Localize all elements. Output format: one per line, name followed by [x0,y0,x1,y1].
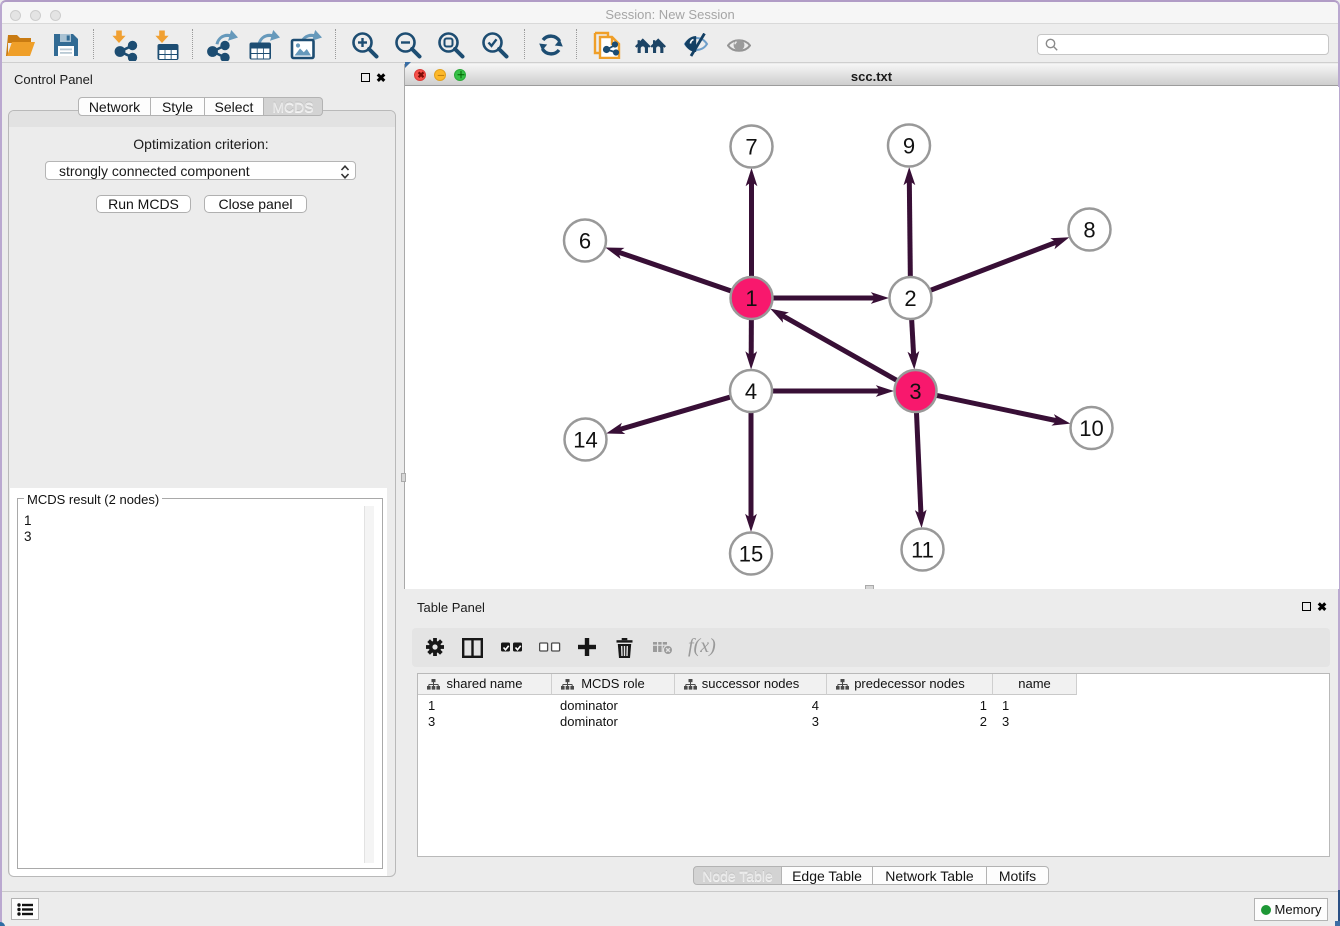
svg-text:9: 9 [903,134,915,159]
svg-text:15: 15 [739,542,763,567]
svg-text:3: 3 [909,379,921,404]
svg-text:7: 7 [745,135,757,160]
svg-text:8: 8 [1083,218,1095,243]
svg-text:1: 1 [745,286,757,311]
svg-text:4: 4 [745,379,757,404]
svg-text:11: 11 [911,538,934,563]
svg-text:2: 2 [904,286,916,311]
svg-text:14: 14 [573,428,597,453]
svg-text:10: 10 [1079,416,1103,441]
svg-text:6: 6 [579,229,591,254]
